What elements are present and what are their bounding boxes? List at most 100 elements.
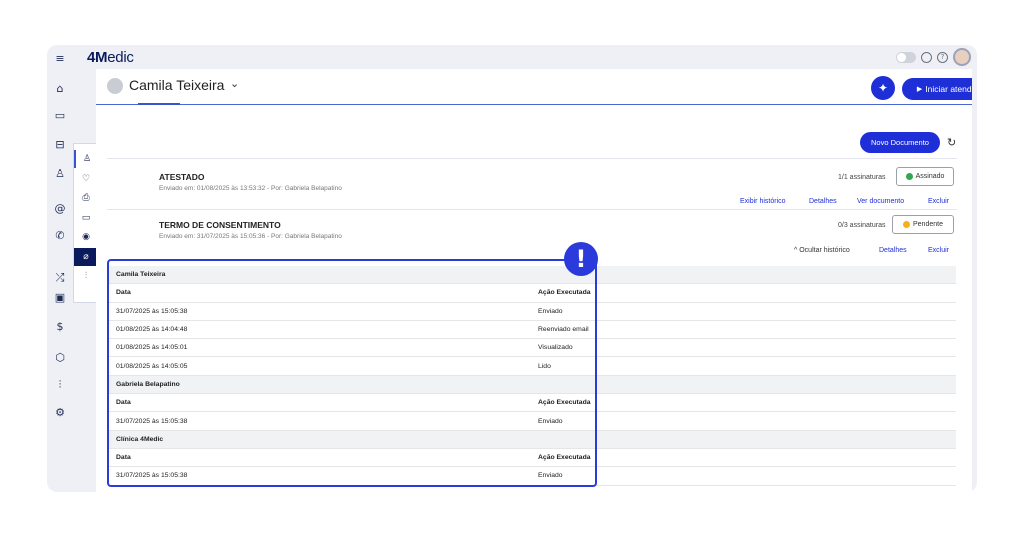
- history-column-header-cell: Data: [116, 399, 131, 407]
- shuffle-icon[interactable]: ⤮: [53, 271, 67, 285]
- menu-icon[interactable]: ≡: [53, 51, 67, 65]
- top-bar: 4Medic ?: [73, 45, 977, 69]
- details-link[interactable]: Detalhes: [879, 247, 907, 254]
- history-column-header-cell: Data: [116, 454, 131, 462]
- left-nav-rail: ≡ ⌂ ▭ ⊟ ♙ @ ✆ ⤮ ▣ $ ⬡ ⫶ ⚙: [47, 45, 73, 492]
- delete-link[interactable]: Excluir: [928, 198, 949, 205]
- settings-icon[interactable]: ⚙: [53, 405, 67, 419]
- table-row: 01/08/2025 às 14:04:48 Reenviado email: [108, 320, 956, 340]
- table-row-cell: Enviado: [538, 472, 563, 480]
- new-document-button[interactable]: Novo Documento: [860, 132, 940, 153]
- scrollbar[interactable]: [972, 45, 977, 492]
- help-icon[interactable]: ?: [937, 51, 948, 63]
- table-row-cell: Visualizado: [538, 344, 573, 352]
- show-history-link[interactable]: Exibir histórico: [740, 198, 786, 205]
- patient-name[interactable]: Camila Teixeira: [129, 77, 224, 93]
- column-divider: [596, 302, 597, 320]
- refresh-icon[interactable]: ↻: [947, 136, 956, 149]
- history-group-header: Camila Teixeira: [108, 266, 956, 285]
- status-badge: Pendente: [892, 215, 954, 234]
- document-title: ATESTADO: [159, 172, 205, 182]
- details-link[interactable]: Detalhes: [809, 198, 837, 205]
- history-column-header-cell: Ação Executada: [538, 399, 591, 407]
- chart-icon[interactable]: ⫶: [74, 267, 98, 285]
- at-icon[interactable]: @: [53, 201, 67, 215]
- column-divider: [596, 394, 597, 412]
- clipboard-icon[interactable]: ▣: [53, 290, 67, 304]
- sparkle-icon: ✦: [877, 81, 889, 95]
- column-divider: [596, 339, 597, 357]
- home-icon[interactable]: ⌂: [53, 81, 67, 95]
- phone-icon[interactable]: ✆: [53, 228, 67, 242]
- column-divider: [596, 357, 597, 375]
- paperclip-icon[interactable]: ⌀: [74, 247, 98, 266]
- top-tools: ?: [896, 48, 971, 66]
- folder-icon[interactable]: ▭: [74, 209, 98, 227]
- delete-link[interactable]: Excluir: [928, 247, 949, 254]
- table-row: 31/07/2025 às 15:05:38 Enviado: [108, 412, 956, 431]
- start-appointment-button[interactable]: ▶Iniciar atendimento: [902, 78, 977, 100]
- box-icon[interactable]: ⬡: [53, 350, 67, 364]
- divider: [107, 158, 957, 159]
- patient-avatar: [107, 78, 123, 94]
- column-divider: [596, 320, 597, 339]
- status-badge: Assinado: [896, 167, 954, 186]
- ai-assistant-button[interactable]: ✦: [871, 76, 895, 100]
- table-row-cell: Reenviado email: [538, 326, 589, 334]
- app-window: ≡ ⌂ ▭ ⊟ ♙ @ ✆ ⤮ ▣ $ ⬡ ⫶ ⚙ 4Medic ? ♙ ♡ ⎙ ▭ ◉ ⌀ ⫶ Camila Te…: [47, 45, 977, 492]
- column-divider: [596, 448, 597, 467]
- table-row-cell: 31/07/2025 às 15:05:38: [116, 307, 188, 315]
- table-row: 31/07/2025 às 15:05:38 Enviado: [108, 302, 956, 321]
- heartbeat-icon[interactable]: ♡: [74, 170, 98, 188]
- patient-header: Camila Teixeira ⌄ ✦ ▶Iniciar atendimento: [96, 69, 977, 105]
- play-icon: ▶: [916, 85, 923, 93]
- column-divider: [596, 467, 597, 485]
- column-divider: [596, 375, 597, 394]
- theme-toggle[interactable]: [896, 51, 916, 63]
- history-group-header-cell: Gabriela Belapatino: [116, 380, 180, 388]
- active-tab-indicator: [138, 103, 180, 105]
- dollar-icon[interactable]: $: [53, 319, 67, 333]
- person-icon[interactable]: ♙: [74, 150, 98, 168]
- history-table: Camila Teixeira Data Ação Executada 31/07/2…: [108, 266, 956, 486]
- history-group-header: Clínica 4Medic: [108, 430, 956, 449]
- history-group-header: Gabriela Belapatino: [108, 375, 956, 395]
- camera-icon[interactable]: ◉: [74, 228, 98, 246]
- document-subtitle: Enviado em: 01/08/2025 às 13:53:32 - Por…: [159, 185, 342, 192]
- history-group-header-cell: Clínica 4Medic: [116, 435, 164, 443]
- history-column-header-cell: Ação Executada: [538, 289, 591, 297]
- pending-icon: [903, 221, 910, 228]
- view-document-link[interactable]: Ver documento: [857, 198, 904, 205]
- check-icon: [905, 173, 913, 180]
- table-row-cell: 01/08/2025 às 14:04:48: [116, 326, 188, 334]
- table-row-cell: 31/07/2025 às 15:05:38: [116, 417, 188, 425]
- table-row-cell: Enviado: [538, 307, 563, 315]
- printer-icon[interactable]: ⎙: [74, 189, 98, 207]
- table-row-cell: 01/08/2025 às 14:05:05: [116, 362, 188, 370]
- signature-count: 0/3 assinaturas: [838, 222, 886, 229]
- exclamation-icon: !: [564, 242, 598, 276]
- inbox-icon[interactable]: ⊟: [53, 137, 67, 151]
- signature-count: 1/1 assinaturas: [838, 174, 886, 181]
- column-divider: [596, 430, 597, 448]
- history-column-header: Data Ação Executada: [108, 284, 956, 303]
- table-row-cell: Enviado: [538, 417, 563, 425]
- table-row-cell: Lido: [538, 362, 551, 370]
- divider: [107, 209, 957, 210]
- table-row-cell: 31/07/2025 às 15:05:38: [116, 472, 188, 480]
- history-column-header-cell: Ação Executada: [538, 454, 591, 462]
- chevron-down-icon[interactable]: ⌄: [230, 77, 239, 90]
- document-title: TERMO DE CONSENTIMENTO: [159, 220, 281, 230]
- user-avatar[interactable]: [953, 48, 971, 66]
- status-label: Pendente: [913, 221, 943, 228]
- table-row: 01/08/2025 às 14:05:05 Lido: [108, 357, 956, 376]
- history-group-header-cell: Camila Teixeira: [116, 271, 166, 279]
- status-label: Assinado: [915, 173, 945, 180]
- chat-icon[interactable]: [921, 51, 932, 63]
- logo: 4Medic: [87, 49, 134, 66]
- hide-history-link[interactable]: ^ Ocultar histórico: [794, 247, 850, 254]
- calendar-icon[interactable]: ▭: [53, 108, 67, 122]
- history-column-header-cell: Data: [116, 289, 131, 297]
- chart-icon[interactable]: ⫶: [53, 378, 67, 392]
- users-icon[interactable]: ♙: [53, 166, 67, 180]
